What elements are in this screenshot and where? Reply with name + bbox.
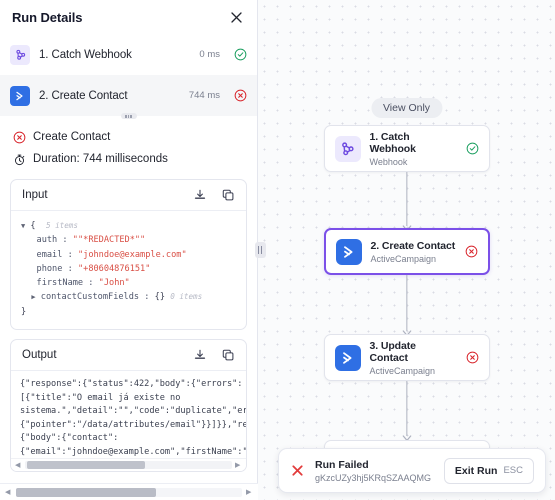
panel-header: Run Details [0, 0, 257, 34]
step-duration: 0 ms [199, 49, 220, 60]
error-circle-icon [465, 245, 478, 258]
step-row-create-contact[interactable]: 2. Create Contact 744 ms [0, 75, 257, 116]
run-id: gKzcUZy3hj5KRqSZAAQMG [315, 472, 432, 483]
json-closing-brace: } [21, 306, 27, 317]
canvas-node-create-contact[interactable]: 2. Create Contact ActiveCampaign [323, 228, 490, 275]
json-value: {} [154, 292, 165, 303]
step-detail-section: Create Contact Duration: 744 millisecond… [0, 116, 257, 500]
output-card-header: Output [11, 340, 246, 372]
edge-2-to-3 [405, 275, 408, 331]
resize-grip-icon [254, 242, 266, 258]
json-key: email [36, 249, 63, 260]
download-icon[interactable] [193, 348, 207, 362]
view-only-badge: View Only [370, 98, 443, 118]
detail-duration-text: Duration: 744 milliseconds [33, 153, 168, 165]
output-line: sistema.","detail":"","code":"duplicate"… [20, 406, 246, 417]
exit-run-button[interactable]: Exit Run ESC [443, 457, 534, 484]
step-row-catch-webhook[interactable]: 1. Catch Webhook 0 ms [0, 34, 257, 75]
page-title: Run Details [12, 9, 83, 25]
success-check-icon [234, 48, 247, 61]
json-key: firstName [36, 278, 84, 289]
json-key: contactCustomFields [40, 292, 140, 303]
success-check-icon [466, 142, 479, 155]
output-line: {"body":{"contact": [20, 433, 119, 444]
workflow-canvas[interactable]: View Only 1. Catch Webhook Webhook 2. Cr… [258, 0, 555, 500]
json-root-brace: { [30, 221, 36, 231]
input-card-header: Input [11, 180, 246, 211]
input-card-title: Input [22, 189, 48, 201]
panel-horizontal-scrollbar[interactable]: ◀ ▶ [0, 483, 258, 500]
json-key: auth [36, 235, 58, 246]
detail-duration-row: Duration: 744 milliseconds [10, 148, 247, 170]
detail-step-name: Create Contact [33, 131, 111, 143]
exit-run-shortcut: ESC [503, 465, 523, 476]
webhook-icon [334, 135, 361, 162]
edge-3-to-4 [405, 381, 408, 436]
x-mark-icon [290, 463, 305, 478]
node-title: 2. Create Contact [370, 239, 456, 252]
run-failed-bar: Run Failed gKzcUZy3hj5KRqSZAAQMG Exit Ru… [278, 448, 546, 493]
json-value: "+80604876151" [77, 263, 151, 274]
activecampaign-icon [334, 344, 361, 371]
input-json-viewer[interactable]: ▼ { 5 items auth : ""*REDACTED*"" email … [11, 211, 246, 329]
json-value: "johndoe@example.com" [77, 249, 187, 260]
node-title: 3. Update Contact [369, 339, 416, 364]
output-horizontal-scrollbar[interactable]: ◀ ▶ [11, 458, 246, 472]
activecampaign-icon [10, 85, 30, 106]
json-value: ""*REDACTED*"" [72, 235, 146, 246]
node-subtitle: Webhook [369, 156, 408, 167]
caret-down-icon[interactable]: ▼ [21, 222, 25, 230]
panel-row-resize-handle[interactable] [120, 113, 137, 119]
run-status-title: Run Failed [315, 458, 369, 471]
copy-icon[interactable] [221, 348, 235, 362]
arrow-head-icon [402, 429, 411, 442]
chevron-left-icon[interactable]: ◀ [15, 461, 22, 469]
panel-resize-handle[interactable] [254, 0, 266, 500]
canvas-node-update-contact[interactable]: 3. Update Contact ActiveCampaign [323, 334, 490, 381]
download-icon[interactable] [193, 188, 207, 202]
edge-1-to-2 [405, 172, 408, 226]
error-circle-icon [12, 130, 26, 144]
step-label: 1. Catch Webhook [39, 48, 132, 61]
canvas-node-catch-webhook[interactable]: 1. Catch Webhook Webhook [323, 125, 490, 172]
chevron-right-icon[interactable]: ▶ [246, 488, 253, 496]
arrow-head-icon [402, 219, 411, 232]
node-title: 1. Catch Webhook [369, 130, 416, 155]
json-root-count: 5 items [45, 221, 78, 230]
arrow-head-icon [402, 324, 411, 337]
copy-icon[interactable] [221, 188, 235, 202]
node-subtitle: ActiveCampaign [369, 365, 436, 376]
output-line: [{"title":"O email já existe no [20, 392, 181, 403]
run-details-panel: Run Details 1. Catch Webhook 0 ms 2. Cre… [0, 0, 258, 500]
json-key: phone [36, 263, 63, 274]
output-card-title: Output [22, 349, 57, 362]
scroll-thumb[interactable] [16, 487, 157, 497]
detail-step-name-row: Create Contact [10, 126, 247, 148]
run-details-screen: Run Details 1. Catch Webhook 0 ms 2. Cre… [0, 0, 555, 500]
output-line: {"pointer":"/data/attributes/email"}}]}}… [20, 419, 246, 430]
activecampaign-icon [335, 238, 362, 265]
error-circle-icon [466, 351, 479, 364]
output-card: Output {"response":{"status":422,"body":… [10, 339, 247, 473]
json-nested-count: 0 items [170, 292, 203, 302]
node-subtitle: ActiveCampaign [370, 253, 437, 264]
chevron-left-icon[interactable]: ◀ [5, 488, 12, 496]
caret-right-icon[interactable]: ▶ [31, 293, 35, 301]
scroll-track[interactable] [25, 461, 232, 470]
json-value: "John" [98, 278, 130, 289]
output-line: {"email":"johndoe@example.com","firstNam… [20, 447, 246, 458]
output-json-text[interactable]: {"response":{"status":422,"body":{"error… [11, 371, 246, 458]
exit-run-label: Exit Run [454, 464, 498, 477]
close-icon[interactable] [227, 8, 245, 26]
scroll-thumb[interactable] [27, 461, 145, 470]
output-line: {"response":{"status":422,"body":{"error… [20, 379, 243, 390]
stopwatch-icon [12, 152, 26, 166]
input-card: Input ▼ { 5 items auth : ""*REDACTED*"" … [10, 179, 247, 331]
step-duration: 744 ms [188, 90, 220, 101]
webhook-icon [10, 44, 30, 65]
chevron-right-icon[interactable]: ▶ [235, 461, 242, 469]
step-label: 2. Create Contact [39, 89, 128, 102]
error-circle-icon [234, 89, 247, 102]
scroll-track[interactable] [16, 487, 242, 497]
